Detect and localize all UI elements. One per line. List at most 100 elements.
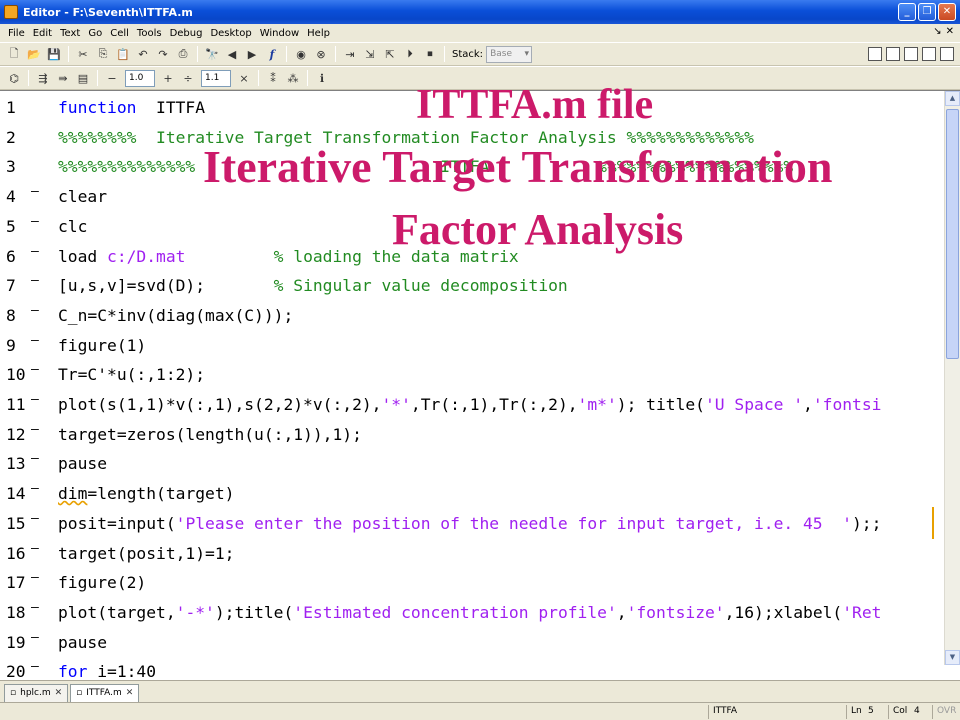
menu-window[interactable]: Window [256, 28, 303, 39]
cut-icon[interactable]: ✂ [75, 46, 91, 62]
find-icon[interactable]: 🔭 [204, 46, 220, 62]
breakpoint-marker[interactable]: — [31, 598, 39, 618]
code-line[interactable]: load c:/D.mat % loading the data matrix [58, 242, 519, 272]
code-line[interactable]: figure(1) [58, 331, 146, 361]
menu-text[interactable]: Text [56, 28, 84, 39]
breakpoint-marker[interactable]: — [31, 479, 39, 499]
increment-value-input[interactable]: 1.1 [201, 69, 231, 87]
breakpoint-marker[interactable]: — [31, 420, 39, 440]
decrement-icon[interactable]: − [104, 70, 120, 86]
redo-icon[interactable]: ↷ [155, 46, 171, 62]
stack-select[interactable]: Base [486, 45, 533, 63]
tab-close-icon[interactable]: ✕ [126, 685, 134, 702]
menu-go[interactable]: Go [84, 28, 106, 39]
breakpoint-marker[interactable]: — [31, 390, 39, 410]
code-line[interactable]: target=zeros(length(u(:,1)),1); [58, 420, 362, 450]
print-icon[interactable]: ⎙ [175, 46, 191, 62]
cell-evaluate-advance-icon[interactable]: ⁂ [285, 70, 301, 86]
cell-run-icon[interactable]: ⇶ [35, 70, 51, 86]
multiply-icon[interactable]: × [236, 70, 252, 86]
eval-cell-icon[interactable]: ⌬ [6, 70, 22, 86]
breakpoint-marker[interactable]: — [31, 628, 39, 648]
code-line[interactable]: function ITTFA [58, 93, 205, 123]
step-in-icon[interactable]: ⇲ [362, 46, 378, 62]
close-button[interactable]: ✕ [938, 3, 956, 21]
tab-close-icon[interactable]: ✕ [55, 685, 63, 702]
save-icon[interactable]: 💾 [46, 46, 62, 62]
breakpoint-marker[interactable]: — [31, 360, 39, 380]
breakpoint-marker[interactable]: — [31, 568, 39, 588]
breakpoint-marker[interactable]: — [31, 182, 39, 202]
minimize-button[interactable]: _ [898, 3, 916, 21]
split-layout-icon[interactable] [886, 47, 900, 61]
code-line[interactable]: pause [58, 628, 107, 658]
undo-icon[interactable]: ↶ [135, 46, 151, 62]
code-line[interactable]: pause [58, 449, 107, 479]
breakpoint-marker[interactable]: — [31, 331, 39, 351]
maximize-layout-icon[interactable] [940, 47, 954, 61]
code-line[interactable]: for i=1:40 [58, 657, 156, 680]
code-line[interactable]: plot(s(1,1)*v(:,1),s(2,2)*v(:,2),'*',Tr(… [58, 390, 881, 420]
menu-edit[interactable]: Edit [29, 28, 56, 39]
code-line[interactable]: Tr=C'*u(:,1:2); [58, 360, 205, 390]
code-line[interactable]: clc [58, 212, 87, 242]
divide-icon[interactable]: ÷ [180, 70, 196, 86]
menu-debug[interactable]: Debug [166, 28, 207, 39]
breakpoint-marker[interactable]: — [31, 271, 39, 291]
cell-help-icon[interactable]: ℹ [314, 70, 330, 86]
breakpoint-marker[interactable]: — [31, 449, 39, 469]
code-line[interactable]: C_n=C*inv(diag(max(C))); [58, 301, 293, 331]
cell-advance-icon[interactable]: ⇛ [55, 70, 71, 86]
code-line[interactable]: plot(target,'-*');title('Estimated conce… [58, 598, 881, 628]
editor-close-icon[interactable]: ✕ [946, 26, 954, 37]
horizontal-layout-icon[interactable] [904, 47, 918, 61]
breakpoint-marker[interactable]: — [31, 509, 39, 529]
scroll-down-icon[interactable]: ▼ [945, 650, 960, 665]
increment-icon[interactable]: + [160, 70, 176, 86]
breakpoint-marker[interactable]: — [31, 242, 39, 262]
float-layout-icon[interactable] [922, 47, 936, 61]
menu-file[interactable]: File [4, 28, 29, 39]
tab-hplc[interactable]: ▫ hplc.m ✕ [4, 684, 69, 702]
code-line[interactable]: dim=length(target) [58, 479, 234, 509]
code-area[interactable]: function ITTFA %%%%%%%% Iterative Target … [48, 91, 934, 680]
continue-icon[interactable]: ⏵ [402, 46, 418, 62]
breakpoint-marker[interactable]: — [31, 212, 39, 232]
scroll-thumb[interactable] [946, 109, 959, 359]
breakpoint-marker[interactable]: — [31, 301, 39, 321]
new-file-icon[interactable]: 🗋 [6, 46, 22, 62]
restore-button[interactable]: ❐ [918, 3, 936, 21]
menu-tools[interactable]: Tools [133, 28, 166, 39]
code-line[interactable]: clear [58, 182, 107, 212]
clear-breakpoints-icon[interactable]: ⊗ [313, 46, 329, 62]
undock-icon[interactable]: ↘ [933, 26, 941, 37]
code-editor[interactable]: 1 2 3 4—5—6—7—8—9—10—11—12—13—14—15—16—17—1… [0, 90, 960, 680]
tab-ittfa[interactable]: ▫ ITTFA.m ✕ [70, 684, 140, 702]
code-line[interactable]: %%%%%%%%%%%%%% ITTFA %%%%%%%%%%%%%%%%%%%… [58, 152, 793, 182]
vertical-scrollbar[interactable]: ▲ ▼ [944, 91, 960, 665]
menu-desktop[interactable]: Desktop [206, 28, 255, 39]
code-line[interactable]: target(posit,1)=1; [58, 539, 234, 569]
step-out-icon[interactable]: ⇱ [382, 46, 398, 62]
decrement-value-input[interactable]: 1.0 [125, 69, 155, 87]
step-icon[interactable]: ⇥ [342, 46, 358, 62]
code-line[interactable]: figure(2) [58, 568, 146, 598]
code-line[interactable]: %%%%%%%% Iterative Target Transformation… [58, 123, 754, 153]
breakpoint-marker[interactable]: — [31, 657, 39, 677]
code-line[interactable]: [u,s,v]=svd(D); % Singular value decompo… [58, 271, 568, 301]
paste-icon[interactable]: 📋 [115, 46, 131, 62]
back-icon[interactable]: ◀ [224, 46, 240, 62]
cell-evaluate-icon[interactable]: ⁑ [265, 70, 281, 86]
breakpoint-marker[interactable]: — [31, 539, 39, 559]
set-breakpoint-icon[interactable]: ◉ [293, 46, 309, 62]
open-file-icon[interactable]: 📂 [26, 46, 42, 62]
forward-icon[interactable]: ▶ [244, 46, 260, 62]
grid-layout-icon[interactable] [868, 47, 882, 61]
code-line[interactable]: posit=input('Please enter the position o… [58, 509, 881, 539]
menu-cell[interactable]: Cell [106, 28, 133, 39]
scroll-up-icon[interactable]: ▲ [945, 91, 960, 106]
copy-icon[interactable]: ⎘ [95, 46, 111, 62]
cell-eval-icon[interactable]: ▤ [75, 70, 91, 86]
exit-debug-icon[interactable]: ⏹ [422, 46, 438, 62]
menu-help[interactable]: Help [303, 28, 334, 39]
